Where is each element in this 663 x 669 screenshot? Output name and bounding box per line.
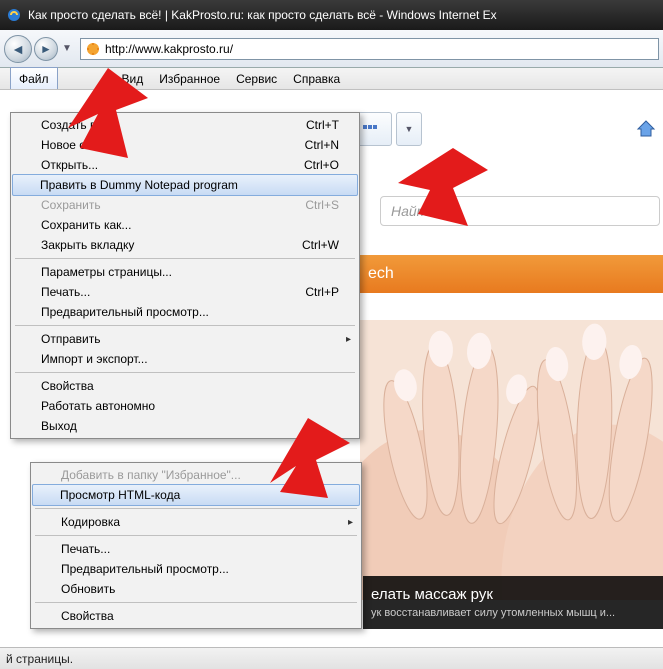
forward-button[interactable]: ► — [34, 37, 58, 61]
file-menu-item-label: Работать автономно — [41, 399, 155, 413]
file-menu-item-label: Предварительный просмотр... — [41, 305, 209, 319]
context-menu-item-label: Обновить — [61, 582, 115, 596]
file-menu-item-shortcut: Ctrl+N — [305, 138, 339, 152]
file-menu-item-5[interactable]: Сохранить как... — [13, 215, 357, 235]
caption-title: елать массаж рук — [371, 586, 655, 603]
file-menu-item-6[interactable]: Закрыть вкладку Ctrl+W — [13, 235, 357, 255]
file-menu-item-4: Сохранить Ctrl+S — [13, 195, 357, 215]
home-button[interactable] — [635, 118, 657, 143]
menu-help-label: Справка — [293, 72, 340, 86]
context-menu-item-6[interactable]: Предварительный просмотр... — [33, 559, 359, 579]
category-text: ech — [368, 265, 394, 283]
context-menu-separator — [35, 508, 357, 509]
window-titlebar: Как просто сделать всё! | KakProsto.ru: … — [0, 0, 663, 30]
file-menu-separator — [15, 258, 355, 259]
caption-subtitle: ук восстанавливает силу утомленных мышц … — [371, 607, 655, 619]
menu-help[interactable]: Справка — [285, 68, 348, 89]
file-menu-item-label: Править в Dummy Notepad program — [40, 178, 238, 192]
context-menu-item-label: Кодировка — [61, 515, 120, 529]
file-menu-item-label: Параметры страницы... — [41, 265, 172, 279]
menu-file-label: Файл — [19, 72, 49, 86]
file-menu-item-2[interactable]: Открыть... Ctrl+O — [13, 155, 357, 175]
context-menu-item-label: Добавить в папку "Избранное"... — [61, 468, 241, 482]
article-photo — [360, 320, 663, 600]
file-menu-item-8[interactable]: Параметры страницы... — [13, 262, 357, 282]
file-menu-item-label: Открыть... — [41, 158, 98, 172]
category-bar: ech — [360, 255, 663, 293]
file-menu-item-label: Сохранить — [41, 198, 101, 212]
file-menu-item-label: Печать... — [41, 285, 90, 299]
file-menu-separator — [15, 372, 355, 373]
annotation-arrow-1 — [58, 68, 148, 158]
nav-buttons: ◄ ► ▼ — [4, 35, 74, 63]
chevron-down-icon: ▼ — [62, 43, 72, 54]
address-bar[interactable]: http://www.kakprosto.ru/ — [80, 38, 659, 60]
site-favicon — [85, 41, 101, 57]
file-menu-item-label: Закрыть вкладку — [41, 238, 134, 252]
file-menu-item-label: Выход — [41, 419, 77, 433]
address-url: http://www.kakprosto.ru/ — [105, 42, 233, 56]
menu-file[interactable]: Файл — [10, 67, 58, 89]
file-menu-item-shortcut: Ctrl+O — [304, 158, 339, 172]
submenu-arrow-icon: ▸ — [346, 334, 351, 345]
file-menu-item-shortcut: Ctrl+W — [302, 238, 339, 252]
context-menu-separator — [35, 602, 357, 603]
file-menu-panel: Создать вкCtrl+TНовое окноCtrl+NОткрыть.… — [10, 112, 360, 439]
file-menu-item-10[interactable]: Предварительный просмотр... — [13, 302, 357, 322]
file-menu-item-shortcut: Ctrl+P — [305, 285, 339, 299]
context-menu-item-3[interactable]: Кодировка ▸ — [33, 512, 359, 532]
submenu-arrow-icon: ▸ — [348, 517, 353, 528]
back-icon: ◄ — [11, 41, 25, 57]
file-menu-item-16[interactable]: Работать автономно — [13, 396, 357, 416]
menu-favorites[interactable]: Избранное — [151, 68, 228, 89]
toolbar-button-2[interactable]: ▼ — [396, 112, 422, 146]
menu-favorites-label: Избранное — [159, 72, 220, 86]
context-menu-item-label: Свойства — [61, 609, 114, 623]
browser-toolbar: ▼ — [350, 112, 422, 152]
context-menu-item-7[interactable]: Обновить — [33, 579, 359, 599]
file-menu-item-label: Свойства — [41, 379, 94, 393]
menu-tools-label: Сервис — [236, 72, 277, 86]
navigation-toolbar: ◄ ► ▼ http://www.kakprosto.ru/ — [0, 30, 663, 68]
context-menu-item-5[interactable]: Печать... — [33, 539, 359, 559]
file-menu-item-shortcut: Ctrl+T — [306, 118, 339, 132]
window-title: Как просто сделать всё! | KakProsto.ru: … — [28, 8, 497, 22]
file-menu-item-9[interactable]: Печать... Ctrl+P — [13, 282, 357, 302]
file-menu-item-label: Отправить — [41, 332, 101, 346]
file-menu-item-13[interactable]: Импорт и экспорт... — [13, 349, 357, 369]
file-menu-item-label: Сохранить как... — [41, 218, 131, 232]
file-menu-item-shortcut: Ctrl+S — [305, 198, 339, 212]
file-menu-item-label: Импорт и экспорт... — [41, 352, 148, 366]
file-menu-separator — [15, 325, 355, 326]
file-menu-item-15[interactable]: Свойства — [13, 376, 357, 396]
nav-history-dropdown[interactable]: ▼ — [60, 37, 74, 61]
annotation-arrow-3 — [260, 418, 350, 498]
article-caption: елать массаж рук ук восстанавливает силу… — [363, 576, 663, 629]
status-text: й страницы. — [6, 652, 73, 666]
file-menu-item-12[interactable]: Отправить ▸ — [13, 329, 357, 349]
ie-icon — [6, 7, 22, 23]
status-bar: й страницы. — [0, 647, 663, 669]
forward-icon: ► — [40, 42, 52, 56]
file-menu-item-3[interactable]: Править в Dummy Notepad program — [12, 174, 358, 196]
menu-tools[interactable]: Сервис — [228, 68, 285, 89]
back-button[interactable]: ◄ — [4, 35, 32, 63]
context-menu-separator — [35, 535, 357, 536]
context-menu-item-label: Просмотр HTML-кода — [60, 488, 180, 502]
annotation-arrow-2 — [398, 148, 488, 226]
chevron-down-icon: ▼ — [405, 124, 414, 134]
context-menu-item-label: Печать... — [61, 542, 110, 556]
context-menu-item-9[interactable]: Свойства — [33, 606, 359, 626]
context-menu-item-label: Предварительный просмотр... — [61, 562, 229, 576]
